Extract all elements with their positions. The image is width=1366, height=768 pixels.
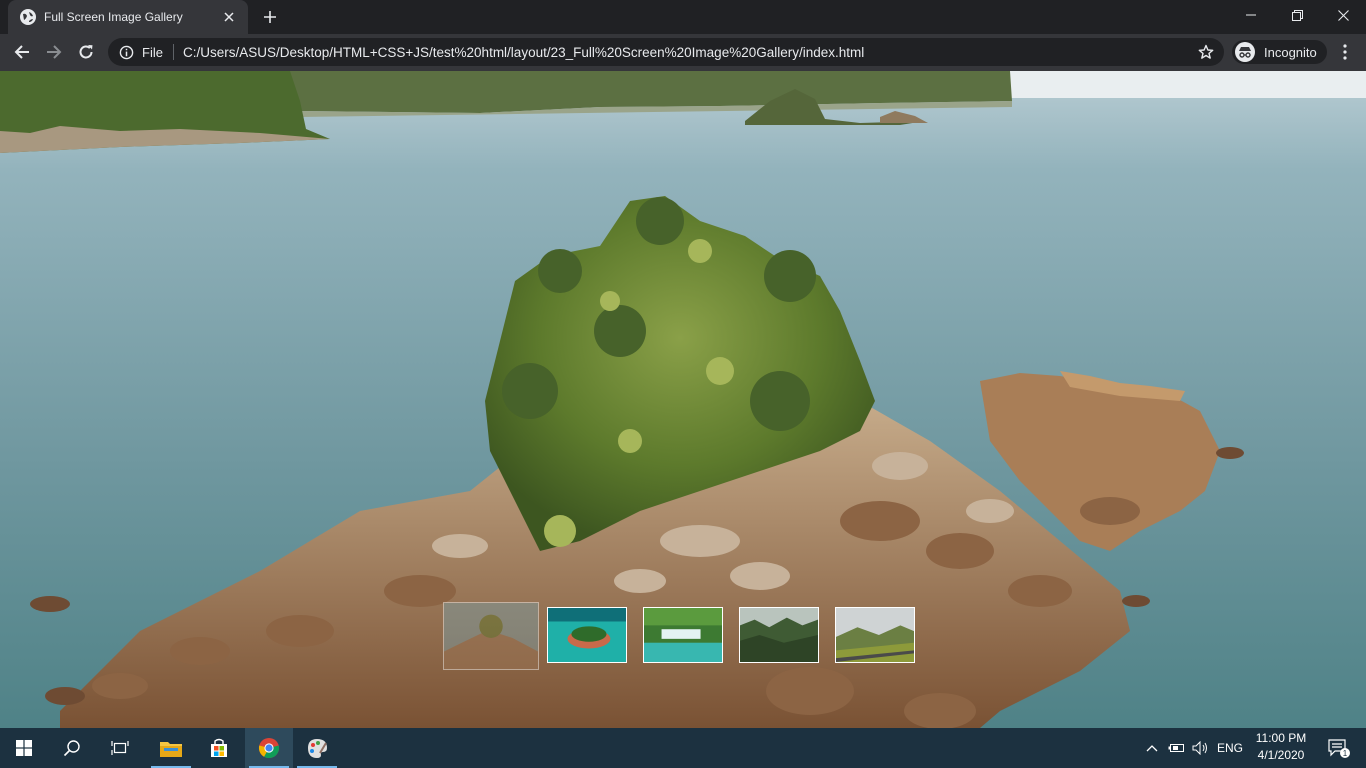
close-window-icon[interactable]: [1320, 0, 1366, 30]
scheme-label: File: [142, 44, 163, 60]
show-hidden-icons-chevron-icon[interactable]: [1142, 728, 1162, 768]
new-tab-icon[interactable]: [258, 6, 282, 28]
tab-full-screen-image-gallery[interactable]: Full Screen Image Gallery: [8, 0, 248, 34]
microsoft-store-icon[interactable]: [195, 728, 243, 768]
thumbnail-waterfall[interactable]: [643, 607, 723, 663]
action-center-icon[interactable]: 1: [1318, 728, 1358, 768]
clock-time: 11:00 PM: [1255, 731, 1307, 745]
page-viewport: [0, 71, 1366, 728]
clock-date: 4/1/2020: [1257, 748, 1305, 762]
search-icon[interactable]: [48, 728, 96, 768]
browser-toolbar: File C:/Users/ASUS/Desktop/HTML+CSS+JS/t…: [0, 34, 1366, 71]
incognito-profile-button[interactable]: Incognito: [1232, 40, 1327, 64]
incognito-icon: [1235, 42, 1255, 62]
address-bar[interactable]: File C:/Users/ASUS/Desktop/HTML+CSS+JS/t…: [108, 38, 1224, 66]
volume-icon[interactable]: [1190, 728, 1212, 768]
tab-title: Full Screen Image Gallery: [44, 10, 183, 24]
info-icon[interactable]: [118, 44, 134, 60]
thumbnail-rocky-island[interactable]: [443, 602, 539, 670]
url-text[interactable]: C:/Users/ASUS/Desktop/HTML+CSS+JS/test%2…: [183, 45, 1192, 60]
thumbnail-strip: [443, 602, 923, 670]
paint-icon[interactable]: [293, 728, 341, 768]
task-view-icon[interactable]: [96, 728, 144, 768]
more-menu-icon[interactable]: [1332, 38, 1358, 66]
incognito-label: Incognito: [1264, 44, 1317, 60]
battery-icon[interactable]: [1166, 728, 1188, 768]
back-arrow-icon[interactable]: [8, 38, 36, 66]
file-explorer-icon[interactable]: [147, 728, 195, 768]
restore-icon[interactable]: [1274, 0, 1320, 30]
reload-icon[interactable]: [72, 38, 100, 66]
input-language-indicator[interactable]: ENG: [1214, 728, 1246, 768]
start-icon[interactable]: [0, 728, 48, 768]
thumbnail-misty-forest[interactable]: [739, 607, 819, 663]
thumbnail-turquoise-lagoon[interactable]: [547, 607, 627, 663]
forward-arrow-icon[interactable]: [40, 38, 68, 66]
bookmark-star-icon[interactable]: [1192, 38, 1220, 66]
minimize-icon[interactable]: [1228, 0, 1274, 30]
globe-icon: [20, 9, 36, 25]
notification-count: 1: [1343, 749, 1348, 758]
system-clock[interactable]: 11:00 PM 4/1/2020: [1248, 730, 1314, 766]
chrome-icon[interactable]: [245, 728, 293, 768]
close-tab-icon[interactable]: [220, 8, 238, 26]
browser-tab-strip: Full Screen Image Gallery: [0, 0, 1366, 34]
address-separator: [172, 44, 174, 60]
windows-taskbar: ENG 11:00 PM 4/1/2020 1: [0, 728, 1366, 768]
thumbnail-mountain-road[interactable]: [835, 607, 915, 663]
